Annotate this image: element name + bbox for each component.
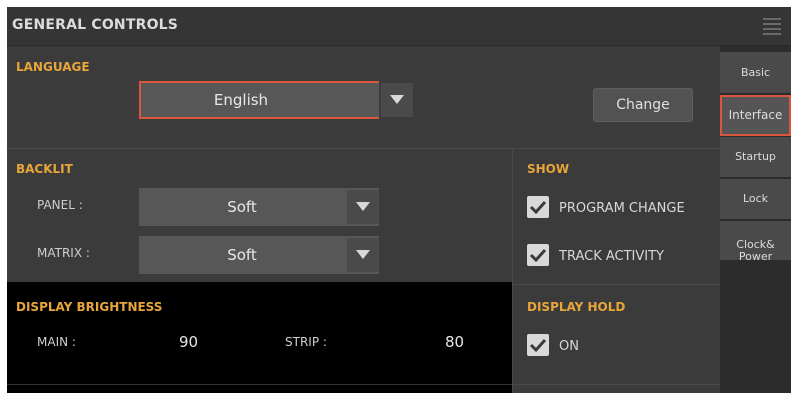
program-change-checkbox[interactable]	[527, 196, 549, 218]
show-section-title: SHOW	[527, 162, 570, 176]
tab-label: Clock& Power	[736, 238, 775, 263]
page-title: GENERAL CONTROLS	[12, 17, 179, 33]
panel-label: PANEL :	[37, 198, 83, 212]
chevron-down-icon[interactable]	[379, 81, 415, 119]
divider	[512, 284, 720, 285]
tab-label: Startup	[735, 150, 776, 163]
main-brightness-value[interactable]: 90	[179, 333, 198, 351]
tab-lock[interactable]: Lock	[720, 179, 791, 220]
main-brightness-label: MAIN :	[37, 335, 76, 349]
checkmark-icon	[529, 338, 547, 353]
tab-label: Lock	[742, 192, 769, 205]
display-hold-on-label: ON	[559, 339, 579, 354]
language-value: English	[213, 91, 269, 109]
title-bar: GENERAL CONTROLS	[7, 7, 791, 46]
matrix-label: MATRIX :	[37, 246, 90, 260]
track-activity-checkbox[interactable]	[527, 244, 549, 266]
general-controls-screen: GENERAL CONTROLS LANGUAGE English Change…	[7, 7, 791, 393]
checkmark-icon	[529, 248, 547, 263]
side-tabs: Basic Interface Startup Lock Clock& Powe…	[720, 46, 791, 393]
divider	[7, 148, 720, 149]
chevron-down-icon[interactable]	[347, 238, 379, 272]
display-brightness-section-title: DISPLAY BRIGHTNESS	[16, 300, 163, 314]
divider	[512, 149, 513, 393]
divider	[7, 384, 512, 385]
panel-dropdown[interactable]: Soft	[139, 188, 379, 226]
tab-basic[interactable]: Basic	[720, 52, 791, 94]
divider	[512, 384, 720, 385]
tab-interface[interactable]: Interface	[720, 95, 791, 136]
change-button[interactable]: Change	[593, 88, 693, 122]
display-brightness-panel: DISPLAY BRIGHTNESS MAIN : 90 STRIP : 80	[7, 282, 512, 393]
strip-brightness-label: STRIP :	[285, 335, 327, 349]
strip-brightness-value[interactable]: 80	[445, 333, 464, 351]
tab-startup[interactable]: Startup	[720, 137, 791, 178]
panel-value: Soft	[227, 198, 257, 216]
tab-label: Interface	[728, 108, 783, 122]
chevron-down-icon[interactable]	[347, 190, 379, 224]
display-hold-on-checkbox[interactable]	[527, 334, 549, 356]
program-change-label: PROGRAM CHANGE	[559, 201, 685, 216]
track-activity-label: TRACK ACTIVITY	[559, 249, 664, 264]
tab-label: Basic	[740, 66, 771, 79]
checkmark-icon	[529, 200, 547, 215]
language-dropdown[interactable]: English	[139, 81, 415, 119]
language-section-title: LANGUAGE	[16, 60, 90, 74]
matrix-dropdown[interactable]: Soft	[139, 236, 379, 274]
matrix-value: Soft	[227, 246, 257, 264]
display-hold-section-title: DISPLAY HOLD	[527, 300, 626, 314]
hamburger-icon[interactable]	[763, 18, 781, 35]
backlit-section-title: BACKLIT	[16, 162, 73, 176]
tab-clock-power[interactable]: Clock& Power	[720, 221, 791, 263]
